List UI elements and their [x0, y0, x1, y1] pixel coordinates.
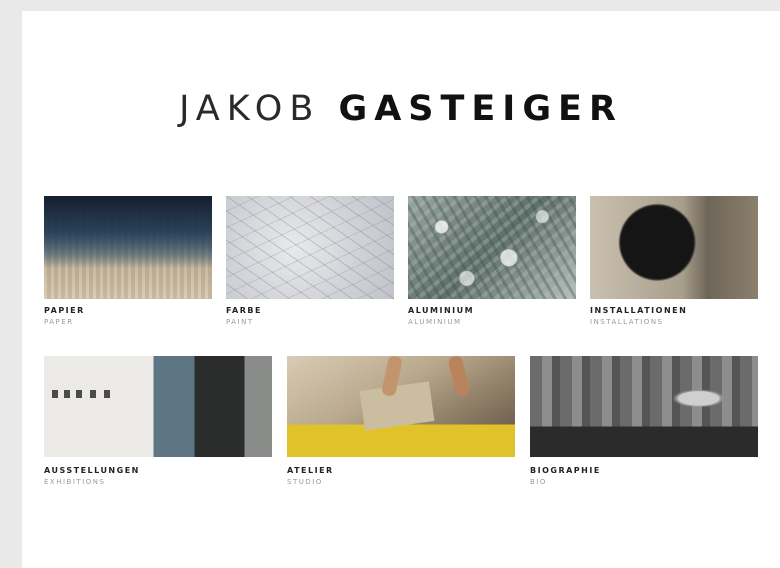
tile-biographie[interactable]: BIOGRAPHIE BIO — [530, 356, 758, 496]
gallery-picture — [90, 390, 96, 398]
tile-sublabel: ALUMINIUM — [408, 318, 462, 326]
site-title-first: JAKOB — [179, 89, 321, 129]
aluminium-thumbnail[interactable] — [408, 196, 576, 299]
tile-sublabel: BIO — [530, 478, 547, 486]
tile-sublabel: STUDIO — [287, 478, 323, 486]
tile-sublabel: EXHIBITIONS — [44, 478, 106, 486]
site-title-last: GASTEIGER — [338, 89, 623, 129]
tile-aluminium[interactable]: ALUMINIUM ALUMINIUM — [408, 196, 576, 336]
tile-label: FARBE — [226, 306, 262, 315]
tile-sublabel: INSTALLATIONS — [590, 318, 664, 326]
tile-label: BIOGRAPHIE — [530, 466, 601, 475]
installationen-thumbnail[interactable] — [590, 196, 758, 299]
ausstellungen-thumbnail[interactable] — [44, 356, 272, 457]
tile-sublabel: PAPER — [44, 318, 74, 326]
tile-papier[interactable]: PAPIER PAPER — [44, 196, 212, 336]
tile-label: AUSSTELLUNGEN — [44, 466, 140, 475]
tile-farbe[interactable]: FARBE PAINT — [226, 196, 394, 336]
page-canvas: JAKOB GASTEIGER PAPIER PAPER FARBE PAINT… — [22, 11, 780, 568]
tile-label: PAPIER — [44, 306, 85, 315]
tile-label: INSTALLATIONEN — [590, 306, 688, 315]
biographie-thumbnail[interactable] — [530, 356, 758, 457]
arm-right — [447, 356, 471, 398]
tile-atelier[interactable]: ATELIER STUDIO — [287, 356, 515, 496]
papier-thumbnail[interactable] — [44, 196, 212, 299]
canvas-board — [359, 381, 435, 431]
tile-installationen[interactable]: INSTALLATIONEN INSTALLATIONS — [590, 196, 758, 336]
site-title[interactable]: JAKOB GASTEIGER — [22, 89, 780, 129]
tile-label: ALUMINIUM — [408, 306, 475, 315]
farbe-thumbnail[interactable] — [226, 196, 394, 299]
gallery-picture — [104, 390, 110, 398]
tile-ausstellungen[interactable]: AUSSTELLUNGEN EXHIBITIONS — [44, 356, 272, 496]
gallery-picture — [64, 390, 70, 398]
gallery-picture — [76, 390, 82, 398]
tile-sublabel: PAINT — [226, 318, 254, 326]
tile-label: ATELIER — [287, 466, 334, 475]
gallery-picture — [52, 390, 58, 398]
atelier-thumbnail[interactable] — [287, 356, 515, 457]
